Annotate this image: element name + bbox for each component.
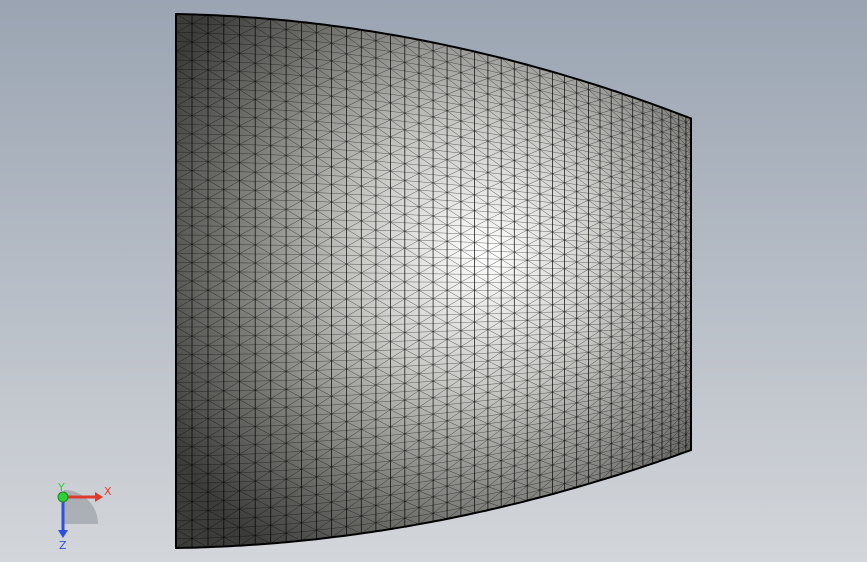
x-arrow-icon [95,492,103,502]
mesh-model[interactable] [0,0,867,562]
z-arrow-icon [58,530,68,538]
graphics-viewport[interactable]: X Y Z [0,0,867,562]
y-axis-label: Y [57,481,65,494]
triad-shadow [64,490,98,524]
z-axis-label: Z [59,539,67,550]
x-axis-label: X [104,485,112,498]
orientation-triad[interactable]: X Y Z [40,480,120,550]
